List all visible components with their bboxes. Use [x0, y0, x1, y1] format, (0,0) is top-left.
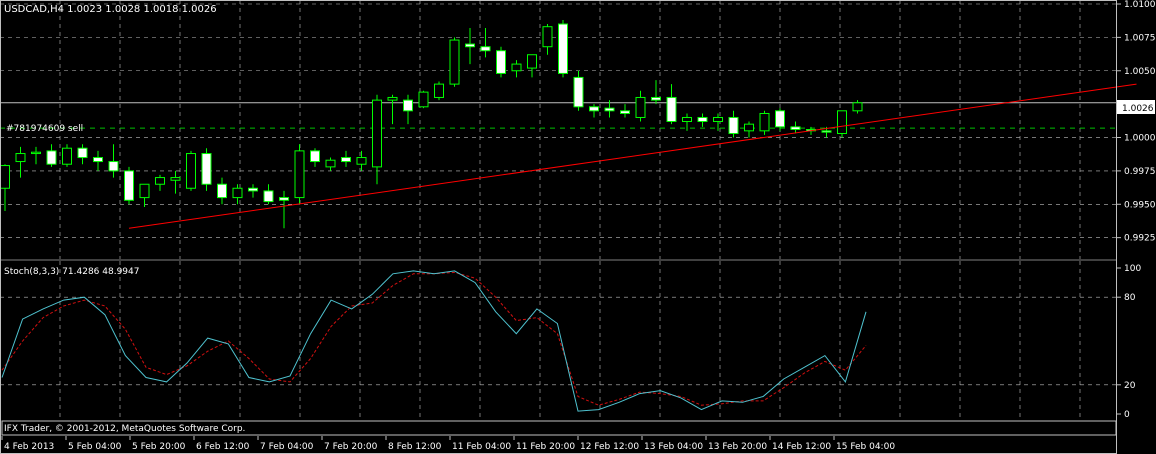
- price-tick-label: 0.9925: [1124, 234, 1156, 244]
- date-tick-label: 5 Feb 20:00: [132, 442, 186, 452]
- current-price-label: 1.0026: [1122, 104, 1154, 114]
- date-tick-label: 11 Feb 20:00: [516, 442, 575, 452]
- stoch-tick-label: 80: [1124, 293, 1136, 303]
- candle-bull: [542, 26, 553, 48]
- candle-bear: [124, 170, 134, 201]
- price-tick-label: 0.9950: [1124, 200, 1156, 210]
- date-tick-label: 13 Feb 04:00: [644, 442, 703, 452]
- candle-bear: [248, 187, 258, 192]
- date-axis: 4 Feb 2013 5 Feb 04:00 5 Feb 20:00 6 Feb 12…: [1, 436, 895, 452]
- date-tick-label: 6 Feb 12:00: [196, 442, 250, 452]
- candle-bear: [620, 110, 630, 114]
- candle-bear: [263, 190, 274, 203]
- candle-bear: [279, 197, 289, 201]
- candle-bear: [480, 46, 491, 52]
- trendline[interactable]: [128, 83, 1137, 229]
- candle-bull: [15, 153, 26, 163]
- date-tick-label: 11 Feb 04:00: [452, 442, 511, 452]
- candle-bear: [790, 126, 801, 131]
- candle-bull: [635, 96, 646, 118]
- price-axis: 1.0100 1.0075 1.0050 1.0000 0.9975 0.9950 0.99…: [1117, 0, 1156, 244]
- date-tick-label: 8 Feb 12:00: [388, 442, 442, 452]
- candle-bull: [449, 39, 460, 85]
- candle-bear: [310, 150, 320, 163]
- date-tick-label: 15 Feb 04:00: [836, 442, 895, 452]
- candle-bear: [403, 99, 413, 112]
- candle-bear: [651, 96, 661, 101]
- candle-bull: [170, 177, 181, 181]
- candle-bear: [496, 50, 506, 74]
- stoch-tick-label: 100: [1124, 264, 1141, 274]
- candle-bear: [666, 96, 677, 122]
- candle-bull: [356, 157, 367, 165]
- date-tick-label: 14 Feb 12:00: [772, 442, 831, 452]
- date-tick-label: 13 Feb 20:00: [708, 442, 767, 452]
- candle-bull: [527, 54, 537, 69]
- candle-bull: [294, 150, 305, 199]
- candle-bear: [217, 183, 227, 199]
- candle-bear: [77, 147, 88, 159]
- candle-bear: [728, 116, 739, 135]
- candle-bull: [713, 116, 723, 122]
- candle-bull: [372, 99, 382, 168]
- candle-bull: [0, 165, 10, 189]
- candle-bull: [31, 151, 41, 155]
- date-tick-label: 4 Feb 2013: [4, 442, 54, 452]
- price-tick-label: 1.0075: [1124, 33, 1156, 43]
- candle-bull: [744, 123, 754, 132]
- stoch-grid: [0, 261, 1117, 420]
- candle-bull: [139, 183, 150, 199]
- date-tick-label: 5 Feb 04:00: [68, 442, 122, 452]
- candle-bull: [511, 63, 522, 72]
- candle-bear: [465, 43, 475, 48]
- candle-bear: [589, 106, 599, 112]
- candle-bull: [232, 187, 243, 199]
- candle-bull: [682, 116, 692, 122]
- candle-bull: [62, 147, 72, 165]
- trading-chart[interactable]: USDCAD,H4 1.0023 1.0028 1.0018 1.0026 #7…: [0, 0, 1156, 454]
- date-tick-label: 7 Feb 04:00: [260, 442, 314, 452]
- candle-bear: [201, 153, 212, 185]
- price-tick-label: 1.0100: [1124, 0, 1156, 10]
- main-header: USDCAD,H4 1.0023 1.0028 1.0018 1.0026: [4, 4, 217, 15]
- candle-bear: [821, 130, 832, 133]
- candle-bear: [341, 157, 351, 163]
- candle-bear: [775, 110, 785, 128]
- candle-bear: [697, 116, 708, 122]
- candle-bear: [46, 150, 57, 165]
- candle-bull: [186, 153, 196, 189]
- candle-bear: [108, 161, 119, 172]
- stoch-tick-label: 0: [1124, 410, 1130, 420]
- date-tick-label: 7 Feb 20:00: [324, 442, 378, 452]
- price-tick-label: 0.9975: [1124, 167, 1156, 177]
- copyright-text: IFX Trader, © 2001-2012, MetaQuotes Soft…: [4, 424, 245, 434]
- candle-bull: [325, 159, 336, 168]
- candles: [0, 20, 863, 229]
- candle-bull: [759, 112, 770, 132]
- candle-bear: [558, 23, 568, 74]
- candle-bull: [387, 96, 398, 101]
- price-tick-label: 1.0000: [1124, 134, 1156, 144]
- stoch-header: Stoch(8,3,3) 71.4286 48.9947: [4, 267, 139, 277]
- stoch-tick-label: 20: [1124, 381, 1136, 391]
- candle-bull: [434, 83, 444, 98]
- stoch-signal-line: [1, 271, 867, 406]
- price-tick-label: 1.0050: [1124, 67, 1156, 77]
- order-label: #781974609 sell: [6, 124, 83, 134]
- candle-bear: [93, 157, 103, 163]
- candle-bull: [418, 91, 429, 108]
- candle-bull: [155, 177, 165, 185]
- candle-bull: [837, 110, 847, 135]
- stoch-axis: 100 80 20 0: [1117, 264, 1141, 420]
- candle-bear: [604, 107, 615, 112]
- date-tick-label: 12 Feb 12:00: [580, 442, 639, 452]
- candle-bear: [573, 76, 584, 108]
- candle-bull: [852, 102, 863, 112]
